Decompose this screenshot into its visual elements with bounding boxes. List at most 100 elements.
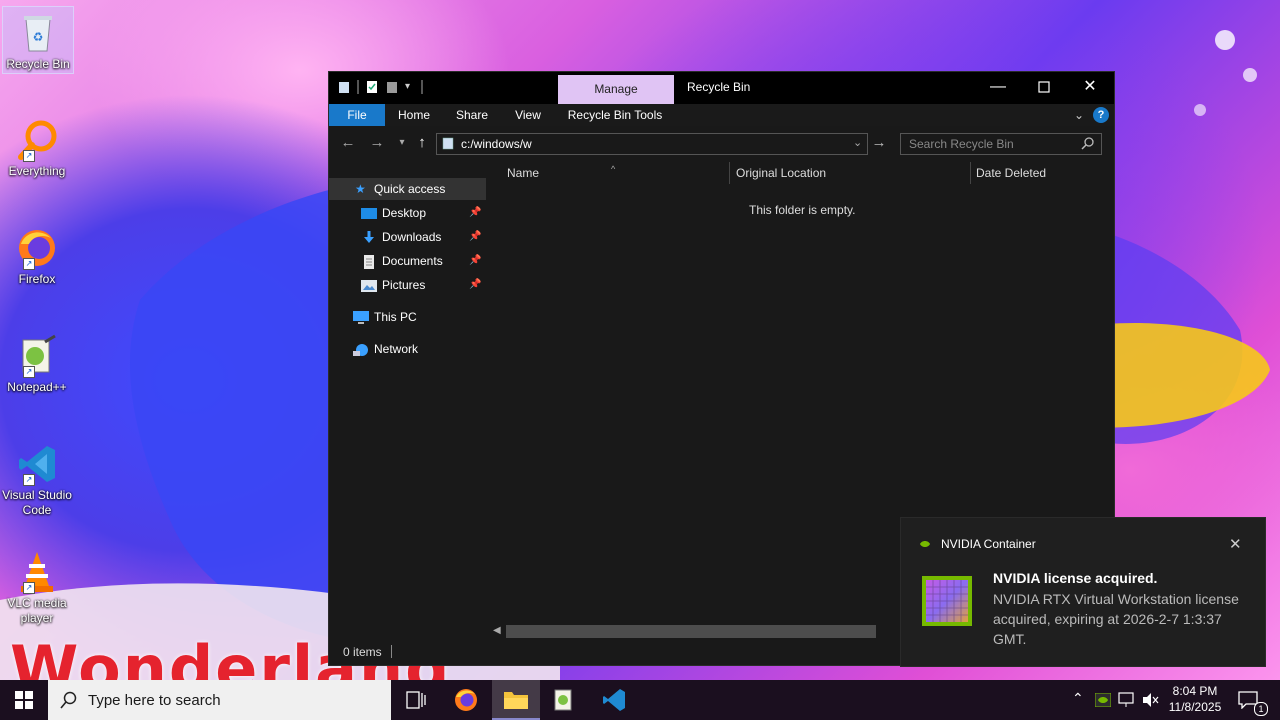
nav-item-label: This PC — [374, 310, 417, 324]
expand-ribbon-chevron-icon[interactable]: ⌄ — [1071, 104, 1087, 126]
nav-item-label: Network — [374, 342, 419, 356]
desktop-icon-everything[interactable]: ↗ Everything — [2, 114, 72, 179]
nav-item-network[interactable]: Network — [329, 338, 486, 360]
clock-time: 8:04 PM — [1172, 684, 1218, 698]
notification-heading: NVIDIA license acquired. — [993, 570, 1158, 586]
notification-count-badge: 1 — [1254, 702, 1268, 716]
pin-icon: 📌 — [469, 279, 482, 290]
task-view-button[interactable] — [392, 680, 440, 720]
document-icon — [362, 254, 378, 269]
desktop-icon-firefox[interactable]: ↗ Firefox — [2, 222, 72, 287]
toolbar-separator — [357, 80, 359, 94]
shortcut-arrow-icon: ↗ — [23, 150, 35, 162]
star-icon: ★ — [355, 182, 366, 196]
ribbon-tab-home[interactable]: Home — [389, 104, 439, 126]
ribbon-tab-recycle-bin-tools[interactable]: Recycle Bin Tools — [563, 104, 667, 126]
firefox-icon — [455, 689, 477, 711]
minimize-button[interactable]: — — [975, 72, 1021, 102]
help-icon[interactable]: ? — [1093, 107, 1109, 123]
new-folder-icon[interactable] — [385, 80, 399, 94]
address-bar[interactable]: c:/windows/w ⌄ — [436, 133, 868, 155]
start-button[interactable] — [0, 680, 48, 720]
quick-access-toolbar: ▾ — [337, 80, 423, 94]
nvidia-tray-icon[interactable] — [1092, 680, 1114, 720]
search-box[interactable]: Search Recycle Bin — [900, 133, 1102, 155]
ribbon-tab-file[interactable]: File — [329, 104, 385, 126]
search-placeholder: Search Recycle Bin — [909, 137, 1014, 151]
nav-item-downloads[interactable]: Downloads 📌 — [329, 226, 486, 248]
ribbon-tab-view[interactable]: View — [503, 104, 553, 126]
column-divider[interactable] — [729, 162, 730, 184]
pin-icon: 📌 — [469, 231, 482, 242]
desktop-icon-vscode[interactable]: ↗ Visual Studio Code — [2, 438, 72, 518]
ribbon-tab-share[interactable]: Share — [447, 104, 497, 126]
scroll-left-arrow-icon[interactable]: ◀ — [493, 625, 501, 636]
properties-icon[interactable] — [365, 80, 379, 94]
taskbar-notepad-plus-plus[interactable] — [540, 680, 588, 720]
recent-locations-chevron-icon[interactable]: ▾ — [393, 134, 411, 152]
show-hidden-icons-chevron-icon[interactable]: ⌃ — [1068, 680, 1088, 720]
nav-item-label: Documents — [382, 254, 443, 268]
nav-item-pictures[interactable]: Pictures 📌 — [329, 274, 486, 296]
desktop-icon-label: Notepad++ — [7, 380, 67, 394]
taskbar-firefox[interactable] — [442, 680, 490, 720]
task-view-icon — [406, 691, 426, 709]
nav-item-desktop[interactable]: Desktop 📌 — [329, 202, 486, 224]
notification-body: NVIDIA RTX Virtual Workstation license a… — [993, 591, 1239, 647]
desktop-icon-vlc[interactable]: ↗ VLC media player — [2, 546, 72, 626]
taskbar-search-box[interactable]: Type here to search — [48, 680, 391, 720]
nvidia-logo-icon — [918, 537, 932, 554]
vscode-icon: ↗ — [15, 442, 59, 486]
notepad-plus-plus-icon — [554, 689, 572, 711]
nav-item-quick-access[interactable]: ★ Quick access — [329, 178, 486, 200]
vlc-icon: ↗ — [15, 550, 59, 594]
manage-tab[interactable]: Manage — [558, 75, 674, 104]
network-tray-icon[interactable] — [1116, 680, 1138, 720]
maximize-button[interactable] — [1021, 72, 1067, 102]
nav-item-label: Desktop — [382, 206, 427, 220]
address-row: ← → ▾ ↑ c:/windows/w ⌄ → Search Recycle … — [329, 128, 1114, 158]
taskbar-clock[interactable]: 8:04 PM 11/8/2025 — [1162, 683, 1228, 715]
up-arrow-icon[interactable]: ↑ — [413, 134, 431, 152]
column-header-original-location[interactable]: Original Location — [736, 158, 826, 188]
notification-toast[interactable]: NVIDIA Container ✕ NVIDIA license acquir… — [900, 517, 1266, 667]
desktop-icon-recycle-bin[interactable]: ♻ Recycle Bin — [2, 6, 74, 74]
address-dropdown-chevron-icon[interactable]: ⌄ — [853, 136, 862, 149]
folder-icon — [504, 692, 528, 709]
desktop-icon-notepad-plus-plus[interactable]: ↗ Notepad++ — [2, 330, 72, 395]
taskbar-vscode[interactable] — [590, 680, 638, 720]
recycle-bin-icon: ♻ — [16, 11, 60, 55]
windows-logo-icon — [15, 691, 33, 709]
taskbar: Type here to search ⌃ 8:04 PM 11/8/2025 … — [0, 680, 1280, 720]
action-center-button[interactable]: 1 — [1232, 680, 1276, 720]
title-bar[interactable]: ▾ Manage Recycle Bin — ✕ — [329, 72, 1114, 104]
taskbar-search-placeholder: Type here to search — [88, 692, 221, 709]
navigation-pane: ★ Quick access Desktop 📌 Downloads 📌 Doc… — [329, 168, 486, 638]
window-title: Recycle Bin — [687, 80, 751, 94]
taskbar-file-explorer[interactable] — [492, 680, 540, 720]
column-header-date-deleted[interactable]: Date Deleted — [976, 158, 1046, 188]
shortcut-arrow-icon: ↗ — [23, 366, 35, 378]
volume-muted-icon[interactable] — [1140, 680, 1162, 720]
address-text: c:/windows/w — [461, 137, 532, 151]
shortcut-arrow-icon: ↗ — [23, 582, 35, 594]
forward-arrow-icon[interactable]: → — [368, 134, 386, 152]
computer-icon — [353, 310, 369, 324]
nav-item-this-pc[interactable]: This PC — [329, 306, 486, 328]
nav-item-documents[interactable]: Documents 📌 — [329, 250, 486, 272]
close-button[interactable]: ✕ — [1067, 72, 1113, 102]
column-divider[interactable] — [970, 162, 971, 184]
maximize-icon — [1038, 81, 1050, 93]
scrollbar-thumb[interactable] — [506, 625, 876, 638]
desktop-icon-label: Firefox — [18, 272, 56, 286]
shortcut-arrow-icon: ↗ — [23, 258, 35, 270]
go-arrow-icon[interactable]: → — [870, 134, 888, 152]
notification-app-name: NVIDIA Container — [941, 537, 1036, 551]
item-count: 0 items — [343, 645, 382, 659]
back-arrow-icon[interactable]: ← — [339, 134, 357, 152]
desktop-folder-icon — [361, 206, 377, 220]
column-header-name[interactable]: Name — [507, 158, 539, 188]
recycle-bin-small-icon — [442, 137, 454, 150]
notification-close-icon[interactable]: ✕ — [1229, 535, 1242, 553]
customize-toolbar-chevron-icon[interactable]: ▾ — [405, 80, 415, 94]
